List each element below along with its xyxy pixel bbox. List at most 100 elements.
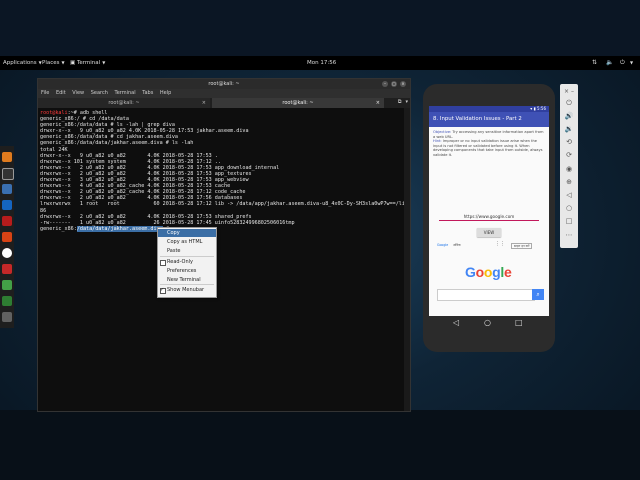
terminal-icon[interactable] (2, 168, 14, 180)
chevron-down-icon[interactable]: ▾ (405, 99, 408, 105)
clock[interactable]: Mon 17:56 (307, 56, 336, 70)
selected-text[interactable]: /data/data/jakhar.aseem.diva (76, 225, 163, 232)
power-icon[interactable]: ⏻ (620, 56, 625, 70)
home-icon[interactable]: ○ (484, 318, 491, 327)
places-label: Places (42, 60, 60, 66)
menu-tabs[interactable]: Tabs (142, 90, 153, 96)
faraday-icon[interactable] (2, 280, 12, 290)
network-icon[interactable]: ⇅ (592, 56, 597, 70)
window-title: root@kali: ~ (208, 81, 240, 87)
tab-buttons: ⧉ ▾ (394, 99, 408, 105)
volume-up-icon[interactable]: 🔊 (563, 111, 575, 122)
firefox-icon[interactable] (2, 152, 12, 162)
burpsuite-icon[interactable] (2, 232, 12, 242)
android-studio-icon[interactable] (2, 296, 12, 306)
menu-separator (160, 256, 214, 257)
dock (0, 146, 14, 328)
view-button[interactable]: VIEW (477, 228, 501, 237)
terminal-window[interactable]: root@kali: ~ – □ × File Edit View Search… (37, 78, 411, 412)
google-search-input[interactable] (437, 289, 535, 301)
maltego-icon[interactable] (2, 248, 12, 258)
terminal-output[interactable]: root@kali:~# adb shell generic_x86:/ # cd… (38, 108, 404, 411)
camera-icon[interactable]: ◉ (563, 164, 575, 175)
emulator-toolbar: × – ⏻ 🔊 🔉 ⟲ ⟳ ◉ ⊕ ◁ ○ □ ⋯ (560, 84, 578, 248)
armitage-icon[interactable] (2, 216, 12, 226)
applications-menu[interactable]: Applications ▼ (3, 56, 42, 70)
close-tab-icon[interactable]: × (202, 98, 206, 108)
context-menu-item-copy[interactable]: Copy (158, 229, 216, 237)
google-logo-letter: o (483, 264, 493, 280)
context-menu-item-paste[interactable]: Paste (158, 247, 216, 255)
context-menu-item-show-menubar[interactable]: Show Menubar (158, 286, 216, 294)
terminal-line: lrwxrwxrwx 1 root root 60 2018-05-28 17:… (40, 201, 404, 208)
sign-in-button[interactable]: साइन इन करें (511, 243, 533, 249)
terminal-app-menu[interactable]: ▣ Terminal ▼ (70, 56, 105, 70)
terminal-tabbar: root@kali: ~ × root@kali: ~ × ⧉ ▾ (38, 98, 410, 108)
objective-text: Objective: Try accessing any sensitive i… (429, 127, 549, 169)
wifi-icon: ▾ ▮ (530, 106, 538, 111)
files-icon[interactable] (2, 184, 12, 194)
google-logo: Google (465, 264, 512, 280)
overview-icon[interactable]: □ (563, 216, 575, 227)
menu-terminal[interactable]: Terminal (115, 90, 136, 96)
tab-1[interactable]: root@kali: ~ × (38, 98, 210, 108)
applications-label: Applications (3, 60, 37, 66)
desktop-bottom-band (0, 410, 640, 480)
chevron-down-icon[interactable]: ▼ (630, 56, 633, 70)
metasploit-icon[interactable] (2, 200, 12, 210)
rotate-right-icon[interactable]: ⟳ (563, 150, 575, 161)
power-icon[interactable]: ⏻ (563, 98, 575, 109)
emulator-screen[interactable]: ▾ ▮ 5:56 8. Input Validation Issues - Pa… (429, 106, 549, 316)
chevron-down-icon: ▼ (102, 60, 106, 65)
chevron-down-icon: ▼ (61, 60, 65, 65)
tab-label: root@kali: ~ (108, 100, 140, 106)
apps-grid-icon[interactable]: ⋮⋮ (495, 241, 505, 247)
minimize-icon[interactable]: – (382, 81, 388, 87)
google-logo-letter: o (475, 264, 485, 280)
menu-file[interactable]: File (41, 90, 49, 96)
hint-label: Hint: (433, 139, 442, 144)
show-apps-icon[interactable] (2, 312, 12, 322)
web-tab-more[interactable]: अधिक (453, 243, 461, 247)
volume-icon[interactable]: 🔈 (606, 56, 613, 70)
context-menu-item-read-only[interactable]: Read-Only (158, 258, 216, 266)
google-logo-letter: G (465, 264, 476, 280)
close-icon[interactable]: × – (563, 86, 575, 97)
maximize-icon[interactable]: □ (391, 81, 397, 87)
menu-view[interactable]: View (72, 90, 84, 96)
context-menu: Copy Copy as HTML Paste Read-Only Preference… (157, 227, 217, 298)
recents-icon[interactable]: □ (515, 318, 523, 327)
menu-search[interactable]: Search (91, 90, 108, 96)
zoom-icon[interactable]: ⊕ (563, 177, 575, 188)
android-navbar: ◁ ○ □ (429, 316, 549, 330)
web-tab-google[interactable]: Google (437, 243, 448, 247)
context-menu-item-copy-as-html[interactable]: Copy as HTML (158, 238, 216, 246)
back-icon[interactable]: ◁ (563, 190, 575, 201)
google-logo-letter: e (503, 264, 512, 280)
menu-help[interactable]: Help (160, 90, 171, 96)
url-input[interactable]: https://www.google.com (439, 213, 539, 221)
hint-body: Improper or no input validation issue ar… (433, 139, 543, 157)
terminal-prompt-line: generic_x86:/data/data/jakhar.aseem.diva… (40, 225, 169, 232)
home-icon[interactable]: ○ (563, 203, 575, 214)
status-time: 5:56 (537, 106, 546, 111)
terminal-menubar: File Edit View Search Terminal Tabs Help (38, 89, 410, 98)
volume-down-icon[interactable]: 🔉 (563, 124, 575, 135)
terminal-titlebar[interactable]: root@kali: ~ – □ × (38, 79, 410, 89)
beef-icon[interactable] (2, 264, 12, 274)
close-icon[interactable]: × (400, 81, 406, 87)
new-tab-icon[interactable]: ⧉ (398, 99, 402, 105)
gnome-top-bar: Applications ▼ Places ▼ ▣ Terminal ▼ Mon 17… (0, 56, 640, 70)
close-tab-icon[interactable]: × (376, 98, 380, 108)
places-menu[interactable]: Places ▼ (42, 56, 65, 70)
tab-2[interactable]: root@kali: ~ × (212, 98, 384, 108)
terminal-scrollbar[interactable] (404, 108, 410, 411)
more-icon[interactable]: ⋯ (563, 230, 575, 241)
menu-edit[interactable]: Edit (56, 90, 66, 96)
back-icon[interactable]: ◁ (453, 318, 459, 327)
app-title: 8. Input Validation Issues - Part 2 (429, 112, 549, 127)
context-menu-item-new-terminal[interactable]: New Terminal (158, 276, 216, 284)
rotate-left-icon[interactable]: ⟲ (563, 137, 575, 148)
context-menu-item-preferences[interactable]: Preferences (158, 267, 216, 275)
search-icon[interactable]: ⌕ (532, 289, 544, 300)
